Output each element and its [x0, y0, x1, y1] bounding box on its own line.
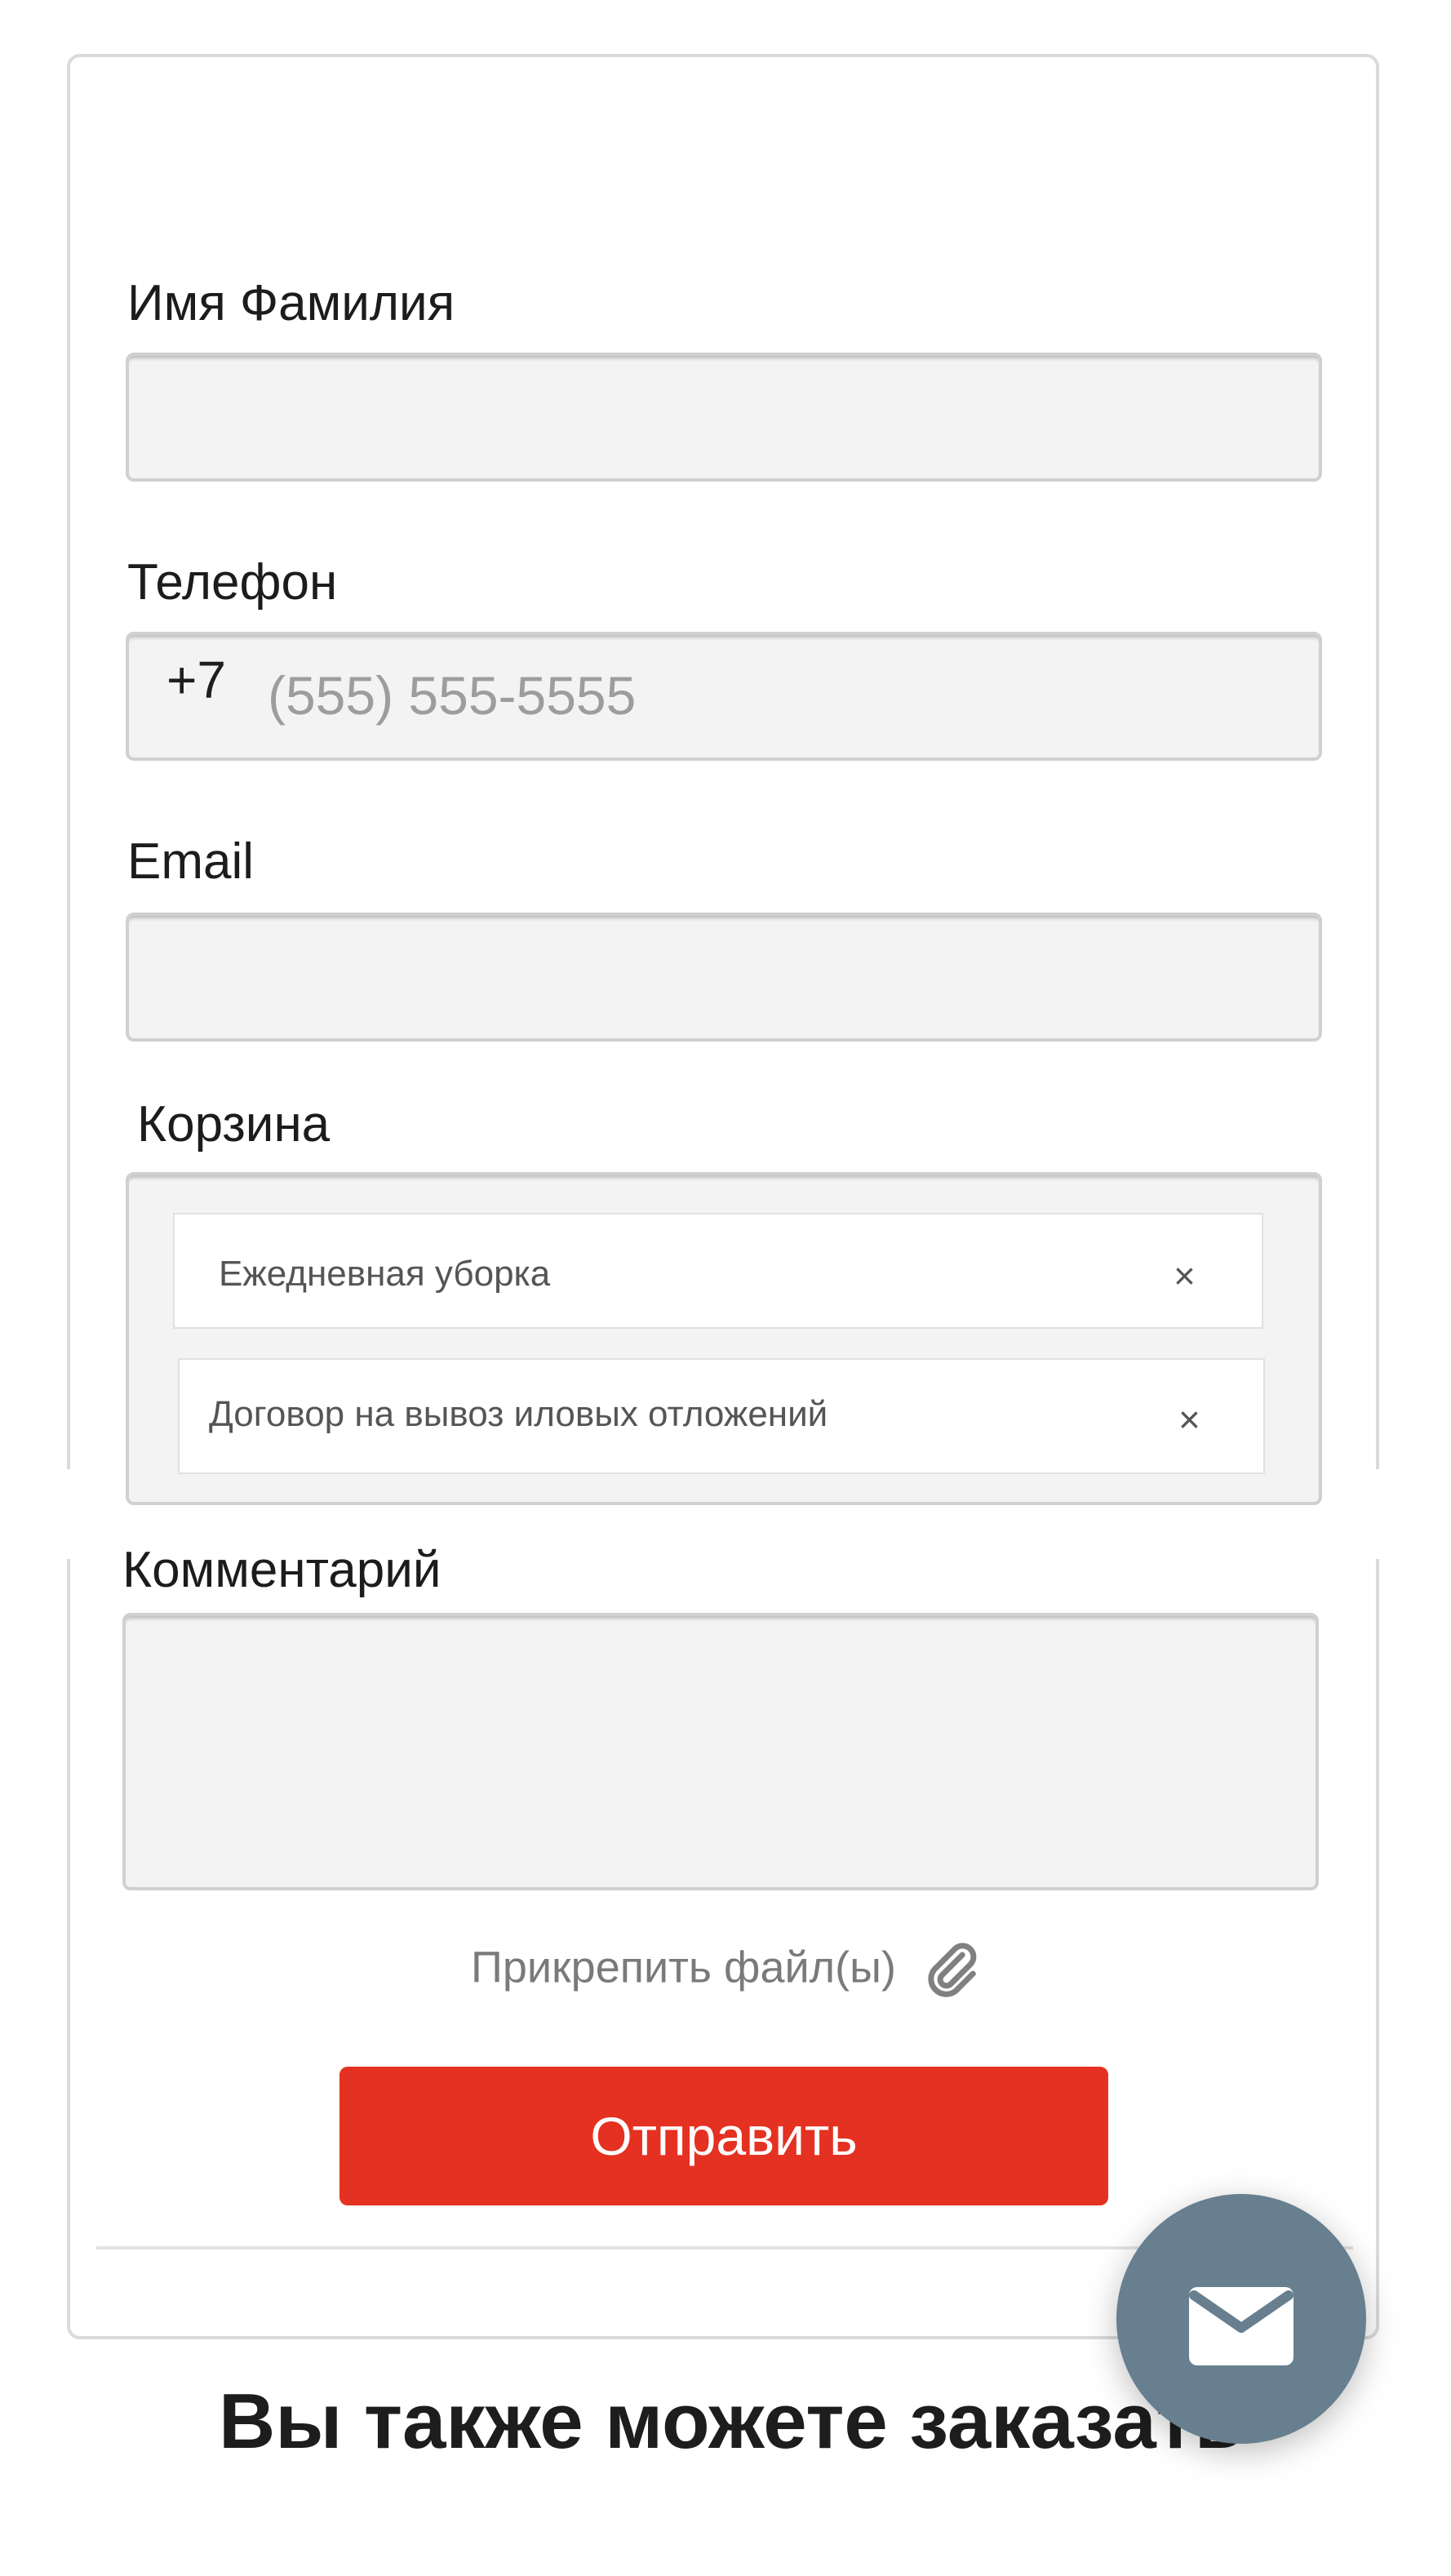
envelope-icon — [1189, 2287, 1293, 2365]
cart-item: Договор на вывоз иловых отложений × — [178, 1358, 1265, 1474]
paperclip-icon — [928, 1943, 977, 1997]
attach-label: Прикрепить файл(ы) — [471, 1943, 896, 1992]
submit-button[interactable]: Отправить — [339, 2067, 1108, 2205]
remove-item-icon[interactable]: × — [1178, 1401, 1200, 1438]
name-label: Имя Фамилия — [127, 275, 455, 331]
remove-item-icon[interactable]: × — [1174, 1257, 1196, 1295]
section-heading: Вы также можете заказать — [219, 2378, 1243, 2465]
cart-item-label: Договор на вывоз иловых отложений — [209, 1394, 828, 1434]
phone-placeholder: (555) 555-5555 — [268, 665, 637, 726]
phone-field[interactable]: +7 (555) 555-5555 — [126, 632, 1322, 761]
attach-files-link[interactable]: Прикрепить файл(ы) — [0, 1939, 1451, 2001]
email-field[interactable] — [126, 913, 1322, 1042]
comment-field[interactable] — [122, 1613, 1319, 1890]
comment-label: Комментарий — [122, 1542, 442, 1598]
cart-item-label: Ежедневная уборка — [219, 1254, 551, 1294]
cart-label: Корзина — [137, 1096, 331, 1153]
name-field[interactable] — [126, 353, 1322, 482]
phone-prefix: +7 — [166, 651, 226, 709]
phone-label: Телефон — [127, 554, 338, 611]
cart-item: Ежедневная уборка × — [173, 1213, 1263, 1329]
cart-box: Ежедневная уборка × Договор на вывоз ило… — [126, 1172, 1322, 1505]
contact-fab-button[interactable] — [1116, 2194, 1366, 2444]
email-label: Email — [127, 833, 255, 890]
